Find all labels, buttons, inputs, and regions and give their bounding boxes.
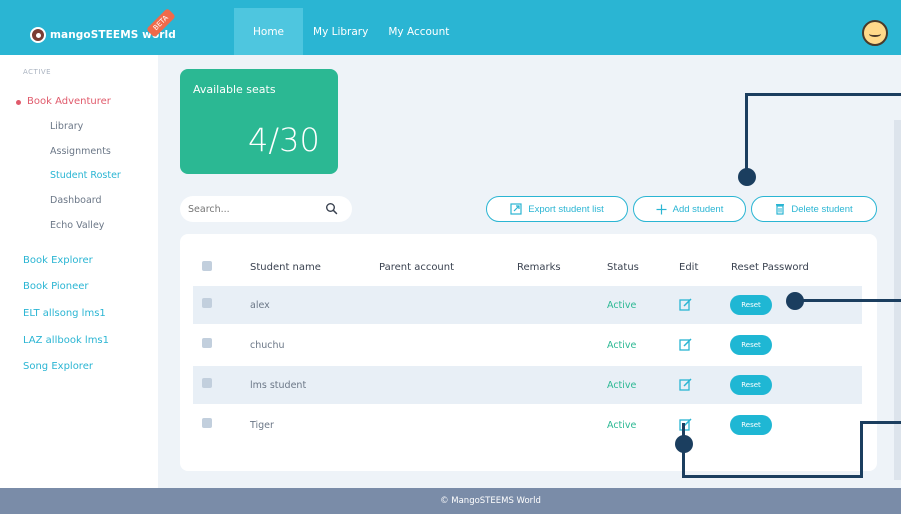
- nav-my-account[interactable]: My Account: [378, 8, 459, 55]
- status-cell: Active: [607, 300, 637, 311]
- footer: © MangoSTEEMS World: [0, 488, 901, 514]
- sidebar-subitem-assignments[interactable]: Assignments: [50, 146, 111, 157]
- row-checkbox[interactable]: [202, 418, 212, 428]
- edit-icon[interactable]: [679, 378, 692, 391]
- callout-dot-edit: [675, 435, 693, 453]
- sidebar-section-label: ACTIVE: [23, 68, 52, 76]
- header-edit: Edit: [679, 262, 699, 273]
- sidebar-item-elt-allsong[interactable]: ELT allsong lms1: [23, 308, 106, 319]
- export-icon: [510, 203, 522, 215]
- reset-password-button[interactable]: Reset: [730, 295, 772, 315]
- status-cell: Active: [607, 380, 637, 391]
- trash-icon: [776, 204, 785, 215]
- active-dot-icon: [16, 100, 21, 105]
- student-name-cell: Tiger: [250, 420, 274, 431]
- avatar[interactable]: [862, 20, 888, 46]
- callout-line-edit: [682, 423, 863, 478]
- add-button-label: Add student: [672, 203, 724, 215]
- logo-mark: [30, 27, 46, 43]
- row-checkbox[interactable]: [202, 338, 212, 348]
- export-student-list-button[interactable]: Export student list: [486, 196, 628, 222]
- plus-icon: [656, 204, 667, 214]
- sidebar-item-book-explorer[interactable]: Book Explorer: [23, 255, 93, 266]
- sidebar-subitem-library[interactable]: Library: [50, 121, 83, 132]
- search-icon[interactable]: [325, 202, 338, 215]
- reset-password-button[interactable]: Reset: [730, 335, 772, 355]
- sidebar-subitem-echo-valley[interactable]: Echo Valley: [50, 220, 104, 231]
- edit-icon[interactable]: [679, 338, 692, 351]
- sidebar-item-book-pioneer[interactable]: Book Pioneer: [23, 281, 89, 292]
- add-student-button[interactable]: Add student: [633, 196, 746, 222]
- status-cell: Active: [607, 340, 637, 351]
- nav-my-library[interactable]: My Library: [303, 8, 378, 55]
- export-button-label: Export student list: [528, 203, 604, 215]
- header-status[interactable]: Status: [607, 262, 639, 273]
- sidebar: ACTIVE Book Adventurer Library Assignmen…: [0, 55, 158, 488]
- student-name-cell: alex: [250, 300, 270, 311]
- seats-label: Available seats: [193, 83, 276, 96]
- callout-line-add-student: [745, 93, 901, 177]
- select-all-checkbox[interactable]: [202, 261, 212, 271]
- header-student-name[interactable]: Student name: [250, 262, 321, 273]
- sidebar-item-song-explorer[interactable]: Song Explorer: [23, 361, 93, 372]
- header-reset-password: Reset Password: [731, 262, 809, 273]
- search-input[interactable]: [188, 196, 318, 222]
- row-checkbox[interactable]: [202, 298, 212, 308]
- main-nav: Home My Library My Account: [234, 8, 459, 55]
- sidebar-item-laz-allbook[interactable]: LAZ allbook lms1: [23, 335, 109, 346]
- status-cell: Active: [607, 420, 637, 431]
- delete-student-button[interactable]: Delete student: [751, 196, 877, 222]
- sidebar-subitem-student-roster[interactable]: Student Roster: [50, 170, 121, 181]
- delete-button-label: Delete student: [791, 203, 853, 215]
- callout-line-edit-top: [860, 421, 901, 424]
- header-parent-account[interactable]: Parent account: [379, 262, 454, 273]
- callout-line-reset: [795, 299, 901, 302]
- callout-dot-add-student: [738, 168, 756, 186]
- header-remarks[interactable]: Remarks: [517, 262, 561, 273]
- sidebar-subitem-dashboard[interactable]: Dashboard: [50, 195, 102, 206]
- nav-home[interactable]: Home: [234, 8, 304, 55]
- row-checkbox[interactable]: [202, 378, 212, 388]
- edit-icon[interactable]: [679, 298, 692, 311]
- callout-dot-reset: [786, 292, 804, 310]
- student-name-cell: chuchu: [250, 340, 285, 351]
- student-name-cell: lms student: [250, 380, 307, 391]
- footer-copyright: © MangoSTEEMS World: [440, 496, 541, 506]
- reset-password-button[interactable]: Reset: [730, 375, 772, 395]
- seats-value: 4/30: [248, 121, 320, 159]
- sidebar-item-book-adventurer[interactable]: Book Adventurer: [27, 96, 111, 107]
- available-seats-card: Available seats 4/30: [180, 69, 338, 174]
